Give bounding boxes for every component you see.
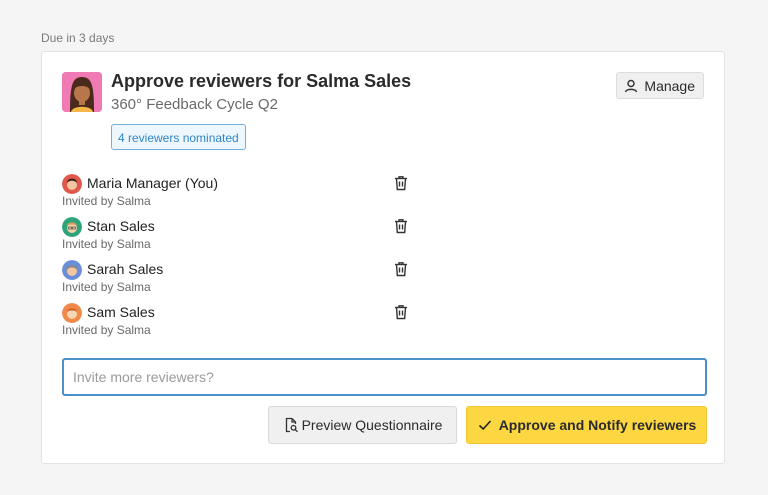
avatar bbox=[62, 174, 82, 194]
manage-label: Manage bbox=[644, 77, 695, 94]
trash-icon[interactable] bbox=[392, 260, 410, 278]
list-item: Sam Sales Invited by Salma bbox=[62, 302, 407, 345]
approval-card: Approve reviewers for Salma Sales 360° F… bbox=[41, 51, 725, 464]
person-avatar-icon bbox=[62, 72, 102, 112]
trash-icon[interactable] bbox=[392, 303, 410, 321]
trash-icon[interactable] bbox=[392, 217, 410, 235]
trash-icon[interactable] bbox=[392, 174, 410, 192]
reviewer-name: Maria Manager (You) bbox=[87, 175, 218, 191]
avatar bbox=[62, 72, 102, 112]
reviewer-name: Sarah Sales bbox=[87, 261, 164, 277]
preview-label: Preview Questionnaire bbox=[301, 417, 443, 433]
invite-reviewers-input[interactable] bbox=[62, 358, 707, 396]
invited-by-label: Invited by Salma bbox=[62, 323, 151, 337]
due-label: Due in 3 days bbox=[41, 31, 115, 45]
page-title: Approve reviewers for Salma Sales bbox=[111, 71, 412, 91]
document-search-icon bbox=[283, 417, 299, 433]
reviewer-list: Maria Manager (You) Invited by Salma Sta… bbox=[62, 173, 407, 345]
approve-label: Approve and Notify reviewers bbox=[498, 417, 697, 433]
avatar bbox=[62, 260, 82, 280]
list-item: Sarah Sales Invited by Salma bbox=[62, 259, 407, 302]
avatar bbox=[62, 303, 82, 323]
avatar bbox=[62, 217, 82, 237]
invited-by-label: Invited by Salma bbox=[62, 237, 151, 251]
cycle-subtitle: 360° Feedback Cycle Q2 bbox=[111, 96, 278, 113]
preview-questionnaire-button[interactable]: Preview Questionnaire bbox=[268, 406, 457, 444]
manage-button[interactable]: Manage bbox=[616, 72, 704, 99]
check-icon bbox=[477, 417, 493, 433]
nominated-badge: 4 reviewers nominated bbox=[111, 124, 246, 150]
list-item: Maria Manager (You) Invited by Salma bbox=[62, 173, 407, 216]
reviewer-name: Stan Sales bbox=[87, 218, 155, 234]
list-item: Stan Sales Invited by Salma bbox=[62, 216, 407, 259]
invited-by-label: Invited by Salma bbox=[62, 280, 151, 294]
user-icon bbox=[623, 78, 639, 94]
reviewer-name: Sam Sales bbox=[87, 304, 155, 320]
approve-notify-button[interactable]: Approve and Notify reviewers bbox=[466, 406, 707, 444]
invited-by-label: Invited by Salma bbox=[62, 194, 151, 208]
